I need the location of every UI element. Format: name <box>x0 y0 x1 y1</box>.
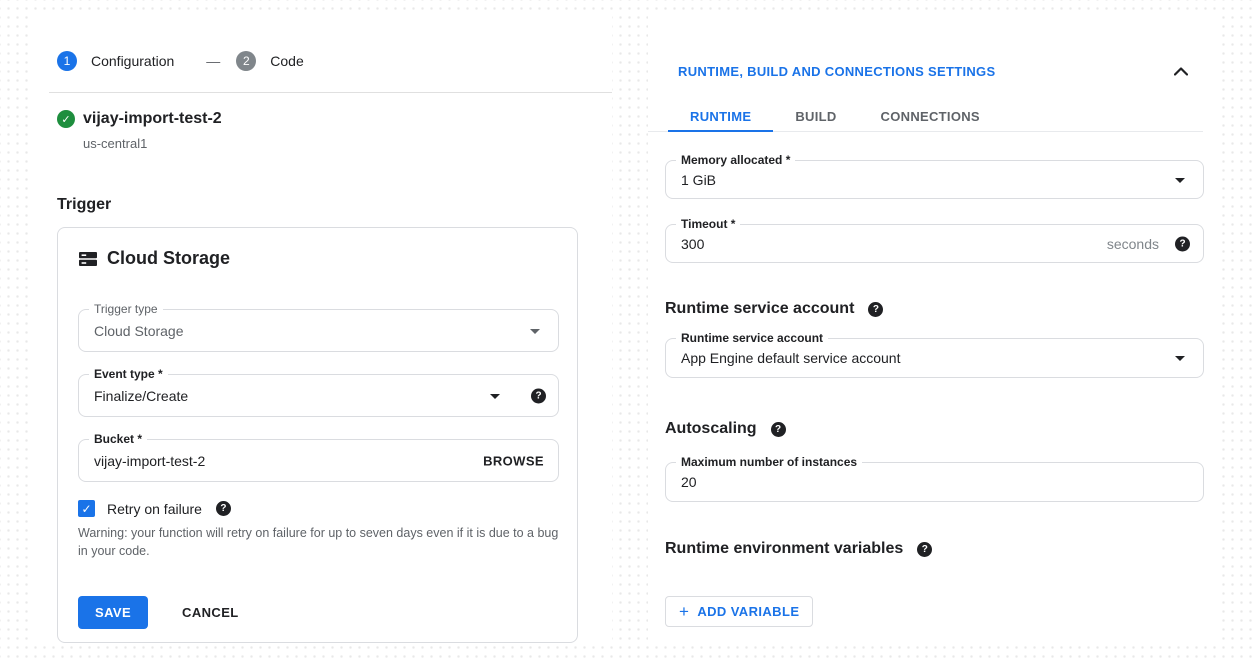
timeout-label: Timeout * <box>676 217 740 231</box>
settings-tabs: RUNTIME BUILD CONNECTIONS <box>648 102 1203 132</box>
settings-expander-label: RUNTIME, BUILD AND CONNECTIONS SETTINGS <box>678 64 995 79</box>
env-vars-heading-text: Runtime environment variables <box>665 540 903 558</box>
runtime-service-account-select[interactable]: Runtime service account App Engine defau… <box>665 338 1204 378</box>
max-instances-input[interactable]: Maximum number of instances 20 <box>665 462 1204 502</box>
cloud-function-config-page: 1 Configuration — 2 Code ✓ vijay-import-… <box>0 0 1252 658</box>
step-2-circle: 2 <box>236 51 256 71</box>
add-variable-button[interactable]: + ADD VARIABLE <box>665 596 813 627</box>
timeout-unit: seconds <box>1107 236 1159 252</box>
bucket-label: Bucket * <box>89 432 147 446</box>
event-type-select[interactable]: Event type * Finalize/Create ? <box>78 374 559 417</box>
trigger-type-select[interactable]: Trigger type Cloud Storage <box>78 309 559 352</box>
success-check-icon: ✓ <box>57 110 75 128</box>
bucket-value: vijay-import-test-2 <box>94 453 205 469</box>
trigger-card: Cloud Storage Trigger type Cloud Storage… <box>57 227 578 643</box>
step-code[interactable]: 2 Code <box>236 51 303 71</box>
max-instances-label: Maximum number of instances <box>676 455 862 469</box>
dropdown-caret-icon <box>530 329 540 334</box>
tab-connections[interactable]: CONNECTIONS <box>859 102 1002 132</box>
settings-expander[interactable]: RUNTIME, BUILD AND CONNECTIONS SETTINGS <box>678 64 1202 79</box>
trigger-actions: SAVE CANCEL <box>78 596 245 629</box>
timeout-help-icon[interactable]: ? <box>1175 236 1190 251</box>
function-region: us-central1 <box>83 136 147 151</box>
plus-icon: + <box>679 603 689 620</box>
dropdown-caret-icon <box>1175 356 1185 361</box>
trigger-type-label: Trigger type <box>89 302 163 316</box>
autoscaling-heading-text: Autoscaling <box>665 420 757 438</box>
browse-button[interactable]: BROWSE <box>483 453 544 468</box>
cancel-button[interactable]: CANCEL <box>176 604 245 621</box>
chevron-up-icon[interactable] <box>1174 67 1188 76</box>
runtime-service-account-heading: Runtime service account ? <box>665 300 883 318</box>
bucket-input[interactable]: Bucket * vijay-import-test-2 BROWSE <box>78 439 559 482</box>
trigger-provider-name: Cloud Storage <box>107 248 230 269</box>
tab-build[interactable]: BUILD <box>773 102 858 132</box>
runtime-service-account-value: App Engine default service account <box>681 350 900 366</box>
env-vars-help-icon[interactable]: ? <box>917 542 932 557</box>
add-variable-label: ADD VARIABLE <box>697 604 799 619</box>
save-button[interactable]: SAVE <box>78 596 148 629</box>
retry-label: Retry on failure <box>107 501 202 517</box>
event-type-help-icon[interactable]: ? <box>531 388 546 403</box>
retry-on-failure-row: ✓ Retry on failure ? <box>78 500 231 517</box>
event-type-value: Finalize/Create <box>94 388 188 404</box>
max-instances-value: 20 <box>681 474 697 490</box>
tab-runtime[interactable]: RUNTIME <box>668 102 773 132</box>
stepper-divider <box>49 92 612 93</box>
timeout-value: 300 <box>681 236 704 252</box>
runtime-settings-panel: RUNTIME, BUILD AND CONNECTIONS SETTINGS … <box>648 12 1222 645</box>
cloud-storage-icon <box>78 249 98 269</box>
dropdown-caret-icon <box>490 394 500 399</box>
retry-warning-text: Warning: your function will retry on fai… <box>78 524 565 560</box>
retry-checkbox[interactable]: ✓ <box>78 500 95 517</box>
trigger-type-value: Cloud Storage <box>94 323 184 339</box>
function-config-panel: 1 Configuration — 2 Code ✓ vijay-import-… <box>33 12 612 645</box>
trigger-section-title: Trigger <box>57 196 111 214</box>
step-configuration[interactable]: 1 Configuration <box>57 51 174 71</box>
event-type-label: Event type * <box>89 367 168 381</box>
runtime-service-account-label: Runtime service account <box>676 331 828 345</box>
retry-help-icon[interactable]: ? <box>216 501 231 516</box>
timeout-input[interactable]: Timeout * 300 seconds ? <box>665 224 1204 263</box>
autoscaling-help-icon[interactable]: ? <box>771 422 786 437</box>
memory-allocated-value: 1 GiB <box>681 172 716 188</box>
autoscaling-heading: Autoscaling ? <box>665 420 786 438</box>
memory-allocated-label: Memory allocated * <box>676 153 795 167</box>
env-vars-heading: Runtime environment variables ? <box>665 540 932 558</box>
stepper: 1 Configuration — 2 Code <box>57 51 304 71</box>
step-1-label: Configuration <box>91 53 174 69</box>
step-1-circle: 1 <box>57 51 77 71</box>
trigger-card-title: Cloud Storage <box>78 248 230 269</box>
runtime-service-account-heading-text: Runtime service account <box>665 300 854 318</box>
dropdown-caret-icon <box>1175 178 1185 183</box>
function-name-row: ✓ vijay-import-test-2 <box>57 110 222 128</box>
runtime-service-account-help-icon[interactable]: ? <box>868 302 883 317</box>
memory-allocated-select[interactable]: Memory allocated * 1 GiB <box>665 160 1204 199</box>
step-separator: — <box>206 53 220 69</box>
step-2-label: Code <box>270 53 303 69</box>
function-name: vijay-import-test-2 <box>83 110 222 128</box>
